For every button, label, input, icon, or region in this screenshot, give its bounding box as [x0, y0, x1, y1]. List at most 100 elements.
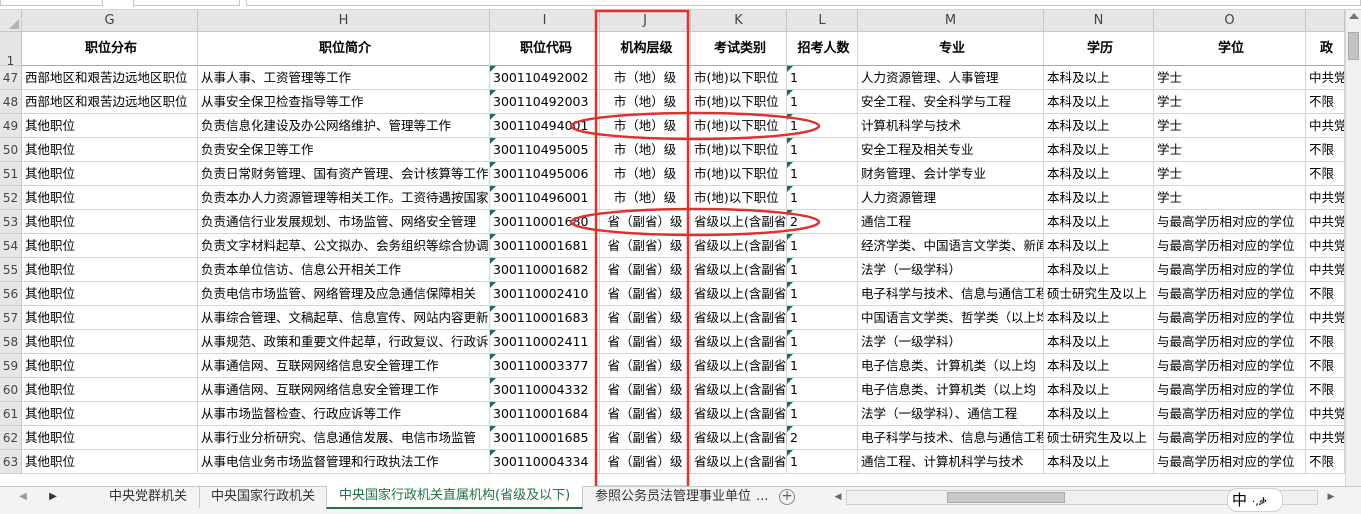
table-cell[interactable]: 300110001682	[490, 258, 600, 282]
table-cell[interactable]: 中共党员	[1306, 426, 1345, 450]
table-cell[interactable]: 不限	[1306, 138, 1345, 162]
table-cell[interactable]: 省级以上(含副省级)	[691, 354, 787, 378]
table-cell[interactable]: 300110001685	[490, 426, 600, 450]
table-cell[interactable]: 与最高学历相对应的学位	[1154, 450, 1306, 474]
table-cell[interactable]: 负责日常财务管理、国有资产管理、会计核算等工作	[198, 162, 490, 186]
table-cell[interactable]: 300110494001	[490, 114, 600, 138]
table-cell[interactable]: 300110001684	[490, 402, 600, 426]
table-cell[interactable]: 不限	[1306, 162, 1345, 186]
table-cell[interactable]: 市(地)以下职位	[691, 66, 787, 90]
vertical-scrollbar[interactable]	[1345, 10, 1361, 486]
table-cell[interactable]: 从事电信业务市场监督管理和行政执法工作	[198, 450, 490, 474]
table-cell[interactable]: 其他职位	[22, 330, 198, 354]
row-header[interactable]: 54	[0, 234, 22, 258]
table-cell[interactable]: 300110004332	[490, 378, 600, 402]
table-cell[interactable]: 市（地）级	[600, 162, 691, 186]
table-cell[interactable]: 中共党员	[1306, 306, 1345, 330]
table-cell[interactable]: 中共党员	[1306, 114, 1345, 138]
row-header[interactable]: 63	[0, 450, 22, 474]
table-cell[interactable]: 本科及以上	[1044, 210, 1154, 234]
table-cell[interactable]: 电子信息类、计算机类（以上均	[858, 378, 1044, 402]
table-cell[interactable]: 与最高学历相对应的学位	[1154, 378, 1306, 402]
sheet-tab[interactable]: 中央国家行政机关	[199, 487, 329, 508]
table-cell[interactable]: 市（地）级	[600, 186, 691, 210]
row-header[interactable]: 52	[0, 186, 22, 210]
table-cell[interactable]: 从事市场监督检查、行政应诉等工作	[198, 402, 490, 426]
row-header[interactable]: 55	[0, 258, 22, 282]
table-cell[interactable]: 学士	[1154, 66, 1306, 90]
row-header[interactable]: 53	[0, 210, 22, 234]
table-cell[interactable]: 本科及以上	[1044, 138, 1154, 162]
table-cell[interactable]: 2	[787, 210, 858, 234]
table-cell[interactable]: 300110004334	[490, 450, 600, 474]
table-cell[interactable]: 其他职位	[22, 138, 198, 162]
column-title-cell[interactable]: 机构层级	[600, 32, 691, 66]
table-cell[interactable]: 省级以上(含副省级)	[691, 210, 787, 234]
table-cell[interactable]: 300110495005	[490, 138, 600, 162]
table-cell[interactable]: 负责本单位信访、信息公开相关工作	[198, 258, 490, 282]
table-cell[interactable]: 省级以上(含副省级)	[691, 426, 787, 450]
table-cell[interactable]: 1	[787, 114, 858, 138]
column-header-next[interactable]	[1306, 10, 1345, 32]
row-header[interactable]: 60	[0, 378, 22, 402]
table-cell[interactable]: 其他职位	[22, 402, 198, 426]
table-cell[interactable]: 1	[787, 354, 858, 378]
table-cell[interactable]: 300110001680	[490, 210, 600, 234]
table-cell[interactable]: 市(地)以下职位	[691, 114, 787, 138]
table-cell[interactable]: 不限	[1306, 330, 1345, 354]
column-title-cell[interactable]: 学历	[1044, 32, 1154, 66]
table-cell[interactable]: 本科及以上	[1044, 378, 1154, 402]
table-cell[interactable]: 1	[787, 90, 858, 114]
row-header[interactable]: 59	[0, 354, 22, 378]
table-cell[interactable]: 其他职位	[22, 282, 198, 306]
table-cell[interactable]: 负责本办人力资源管理等相关工作。工资待遇按国家	[198, 186, 490, 210]
table-cell[interactable]: 中共党员	[1306, 186, 1345, 210]
table-cell[interactable]: 中共党员	[1306, 66, 1345, 90]
table-cell[interactable]: 本科及以上	[1044, 66, 1154, 90]
column-title-cell[interactable]: 职位分布	[22, 32, 198, 66]
table-cell[interactable]: 省（副省）级	[600, 282, 691, 306]
table-cell[interactable]: 学士	[1154, 114, 1306, 138]
table-cell[interactable]: 省（副省）级	[600, 210, 691, 234]
table-cell[interactable]: 从事规范、政策和重要文件起草，行政复议、行政诉	[198, 330, 490, 354]
row-header[interactable]: 50	[0, 138, 22, 162]
table-cell[interactable]: 300110492002	[490, 66, 600, 90]
table-cell[interactable]: 人力资源管理	[858, 186, 1044, 210]
table-cell[interactable]: 从事安全保卫检查指导等工作	[198, 90, 490, 114]
scroll-right-icon[interactable]: ▶	[1324, 490, 1338, 505]
table-cell[interactable]: 300110001681	[490, 234, 600, 258]
table-cell[interactable]: 西部地区和艰苦边远地区职位	[22, 66, 198, 90]
table-cell[interactable]: 其他职位	[22, 114, 198, 138]
table-cell[interactable]: 1	[787, 66, 858, 90]
table-cell[interactable]: 电子信息类、计算机类（以上均	[858, 354, 1044, 378]
row-header[interactable]: 48	[0, 90, 22, 114]
table-cell[interactable]: 市（地）级	[600, 114, 691, 138]
table-cell[interactable]: 从事通信网、互联网网络信息安全管理工作	[198, 378, 490, 402]
table-cell[interactable]: 法学（一级学科）	[858, 330, 1044, 354]
table-cell[interactable]: 本科及以上	[1044, 450, 1154, 474]
table-cell[interactable]: 市（地）级	[600, 138, 691, 162]
table-cell[interactable]: 中共党员	[1306, 210, 1345, 234]
table-cell[interactable]: 市(地)以下职位	[691, 186, 787, 210]
table-cell[interactable]: 从事行业分析研究、信息通信发展、电信市场监管	[198, 426, 490, 450]
table-cell[interactable]: 与最高学历相对应的学位	[1154, 210, 1306, 234]
table-cell[interactable]: 市（地）级	[600, 66, 691, 90]
table-cell[interactable]: 省级以上(含副省级)	[691, 450, 787, 474]
table-cell[interactable]: 本科及以上	[1044, 114, 1154, 138]
table-cell[interactable]: 中国语言文学类、哲学类（以上均	[858, 306, 1044, 330]
table-cell[interactable]: 省级以上(含副省级)	[691, 402, 787, 426]
column-title-cell[interactable]: 考试类别	[691, 32, 787, 66]
table-cell[interactable]: 计算机科学与技术	[858, 114, 1044, 138]
table-cell[interactable]: 与最高学历相对应的学位	[1154, 330, 1306, 354]
table-cell[interactable]: 负责电信市场监管、网络管理及应急通信保障相关	[198, 282, 490, 306]
table-cell[interactable]: 省（副省）级	[600, 402, 691, 426]
table-cell[interactable]: 本科及以上	[1044, 306, 1154, 330]
table-cell[interactable]: 不限	[1306, 450, 1345, 474]
table-cell[interactable]: 1	[787, 378, 858, 402]
table-cell[interactable]: 300110003377	[490, 354, 600, 378]
table-cell[interactable]: 1	[787, 258, 858, 282]
table-cell[interactable]: 省级以上(含副省级)	[691, 282, 787, 306]
sheet-tab[interactable]: 中央国家行政机关直属机构(省级及以下)	[326, 486, 584, 509]
table-cell[interactable]: 电子科学与技术、信息与通信工程	[858, 426, 1044, 450]
table-cell[interactable]: 从事综合管理、文稿起草、信息宣传、网站内容更新	[198, 306, 490, 330]
